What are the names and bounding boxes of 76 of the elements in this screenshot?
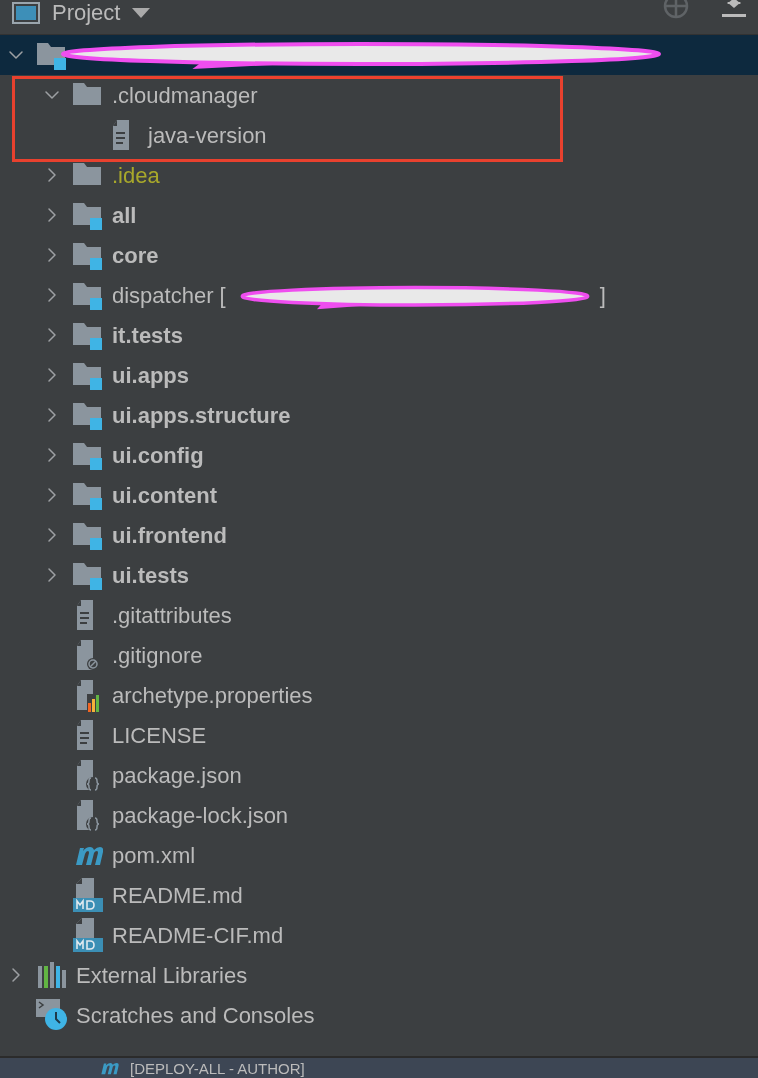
tree-row[interactable]: ui.apps [0,355,758,395]
tree-row[interactable]: README.md [0,875,758,915]
tree-row[interactable]: archetype.properties [0,675,758,715]
collapse-all-icon[interactable] [722,0,746,18]
markdown-file-icon [72,878,104,912]
scratches-clock-icon [36,999,68,1031]
module-folder-icon [73,320,103,350]
item-label: .gitignore [112,641,203,670]
item-label: package.json [112,761,242,790]
module-folder-icon [73,560,103,590]
tree-row[interactable]: LICENSE [0,715,758,755]
item-label: ui.tests [112,561,190,590]
libraries-icon [38,962,66,988]
panel-title[interactable]: Project [52,2,121,24]
tree-row[interactable]: .gitignore [0,635,758,675]
item-label: External Libraries [76,961,248,990]
tree-row[interactable] [0,35,758,75]
module-folder-icon [73,240,103,270]
ignore-file-icon [75,638,101,672]
module-folder-icon [73,360,103,390]
module-folder-icon [73,280,103,310]
item-label: core [112,241,159,270]
tree-row[interactable]: package-lock.json [0,795,758,835]
dropdown-caret-icon[interactable] [132,8,151,18]
tree-row[interactable]: ui.tests [0,555,758,595]
tree-row[interactable]: java-version [0,115,758,155]
item-label: all [112,201,137,230]
tree-row[interactable]: ui.apps.structure [0,395,758,435]
item-label: ui.apps.structure [112,401,291,430]
tree-row[interactable]: it.tests [0,315,758,355]
item-label: archetype.properties [112,681,313,710]
item-label: package-lock.json [112,801,289,830]
item-label: ui.content [112,481,218,510]
item-label: .gitattributes [112,601,232,630]
item-label: ui.config [112,441,204,470]
item-label: dispatcher [ [112,281,226,310]
module-folder-icon [73,520,103,550]
json-file-icon [75,758,101,792]
item-label: README-CIF.md [112,921,284,950]
item-label: ] [599,281,606,310]
tree-row[interactable]: pom.xml [0,835,758,875]
tree-row[interactable]: README-CIF.md [0,915,758,955]
item-label: it.tests [112,321,183,350]
item-label: Scratches and Consoles [76,1001,315,1030]
item-label: pom.xml [112,841,196,870]
maven-m-icon [73,844,103,866]
tree-row[interactable]: .idea [0,155,758,195]
module-folder-icon [73,400,103,430]
module-folder-icon [37,40,67,70]
markdown-file-icon [72,918,104,952]
item-label: .cloudmanager [112,81,258,110]
item-label: ui.apps [112,361,189,390]
item-label: LICENSE [112,721,207,750]
item-label: java-version [148,121,267,150]
tree-row[interactable]: Scratches and Consoles [0,995,758,1035]
tree-row[interactable]: ui.frontend [0,515,758,555]
tree-row[interactable]: core [0,235,758,275]
window-icon [12,2,40,24]
tree-row[interactable]: ui.config [0,435,758,475]
module-folder-icon [73,480,103,510]
json-file-icon [75,798,101,832]
tree-row[interactable]: .cloudmanager [0,75,758,115]
properties-file-icon [75,678,101,712]
item-label: ui.frontend [112,521,227,550]
item-label: .idea [112,161,160,190]
target-icon[interactable] [662,0,690,20]
module-folder-icon [73,440,103,470]
module-folder-icon [73,200,103,230]
tree-row[interactable]: ui.content [0,475,758,515]
tree-row[interactable]: package.json [0,755,758,795]
tree-row[interactable]: dispatcher [ ] [0,275,758,315]
run-configuration-label[interactable]: [DEPLOY-ALL - AUTHOR] [130,1060,305,1076]
tree-row[interactable]: External Libraries [0,955,758,995]
tree-row[interactable]: .gitattributes [0,595,758,635]
tree-row[interactable]: all [0,195,758,235]
item-label: README.md [112,881,243,910]
